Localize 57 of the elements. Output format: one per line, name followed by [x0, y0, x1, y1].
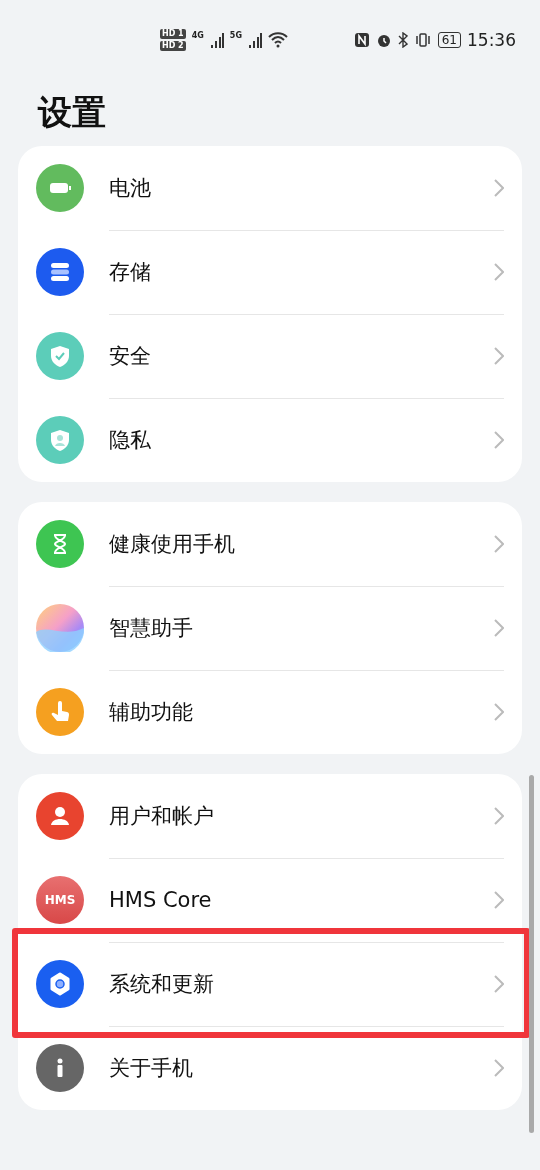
- settings-row[interactable]: 电池: [18, 146, 522, 230]
- setting-label: 系统和更新: [109, 970, 215, 998]
- network-label: 5G: [229, 30, 242, 40]
- chevron-icon: [494, 346, 504, 365]
- network-label: 4G: [191, 30, 204, 40]
- settings-row[interactable]: 存储: [18, 230, 522, 314]
- chevron-icon: [494, 1059, 504, 1077]
- storage-icon: [36, 248, 84, 296]
- signal-icon: [209, 32, 224, 48]
- settings-row[interactable]: 安全: [18, 314, 522, 398]
- orb-icon: [36, 604, 84, 652]
- setting-label: 智慧助手: [109, 614, 194, 642]
- chevron-icon: [494, 890, 504, 909]
- setting-label: 存储: [109, 258, 152, 286]
- setting-label: HMS Core: [109, 887, 213, 912]
- chevron-icon: [494, 534, 504, 553]
- setting-label: 用户和帐户: [109, 802, 215, 830]
- page-title: 设置: [38, 91, 107, 134]
- settings-row[interactable]: 关于手机: [18, 1026, 522, 1110]
- setting-label: 隐私: [109, 427, 152, 454]
- setting-label: 关于手机: [109, 1055, 194, 1082]
- setting-label: 电池: [109, 174, 152, 202]
- chevron-icon: [494, 431, 504, 449]
- chevron-icon: [494, 974, 504, 993]
- settings-row[interactable]: 智慧助手: [18, 586, 522, 670]
- sim-label: HD 1: [160, 29, 186, 39]
- settings-row[interactable]: 健康使用手机: [18, 502, 522, 586]
- shield-check-icon: [36, 332, 84, 380]
- nfc-icon: [353, 32, 370, 48]
- person-icon: [36, 792, 84, 840]
- chevron-icon: [494, 262, 504, 281]
- hand-pointer-icon: [36, 688, 84, 736]
- settings-row[interactable]: 用户和帐户: [18, 774, 522, 858]
- gear-icon: [36, 960, 84, 1008]
- settings-row[interactable]: 辅助功能: [18, 670, 522, 754]
- settings-row[interactable]: 系统和更新: [18, 942, 522, 1026]
- settings-row[interactable]: 隐私: [18, 398, 522, 482]
- sim-label: HD 2: [160, 41, 186, 51]
- bluetooth-icon: [397, 32, 408, 48]
- battery-icon: [36, 164, 84, 212]
- setting-label: 安全: [109, 342, 152, 370]
- chevron-icon: [494, 703, 504, 721]
- hourglass-icon: [36, 520, 84, 568]
- setting-label: 辅助功能: [109, 699, 194, 726]
- vibrate-icon: [413, 32, 432, 48]
- setting-label: 健康使用手机: [109, 530, 236, 558]
- battery-level: 61: [437, 32, 461, 48]
- chevron-icon: [494, 178, 504, 197]
- info-icon: [36, 1044, 84, 1092]
- chevron-icon: [494, 806, 504, 825]
- chevron-icon: [494, 618, 504, 637]
- signal-icon: [247, 32, 262, 48]
- settings-row[interactable]: HMS HMS Core: [18, 858, 522, 942]
- clock-time: 15:36: [467, 30, 516, 50]
- shield-person-icon: [36, 416, 84, 464]
- wifi-icon: [267, 32, 288, 48]
- logo-icon: HMS: [36, 876, 84, 924]
